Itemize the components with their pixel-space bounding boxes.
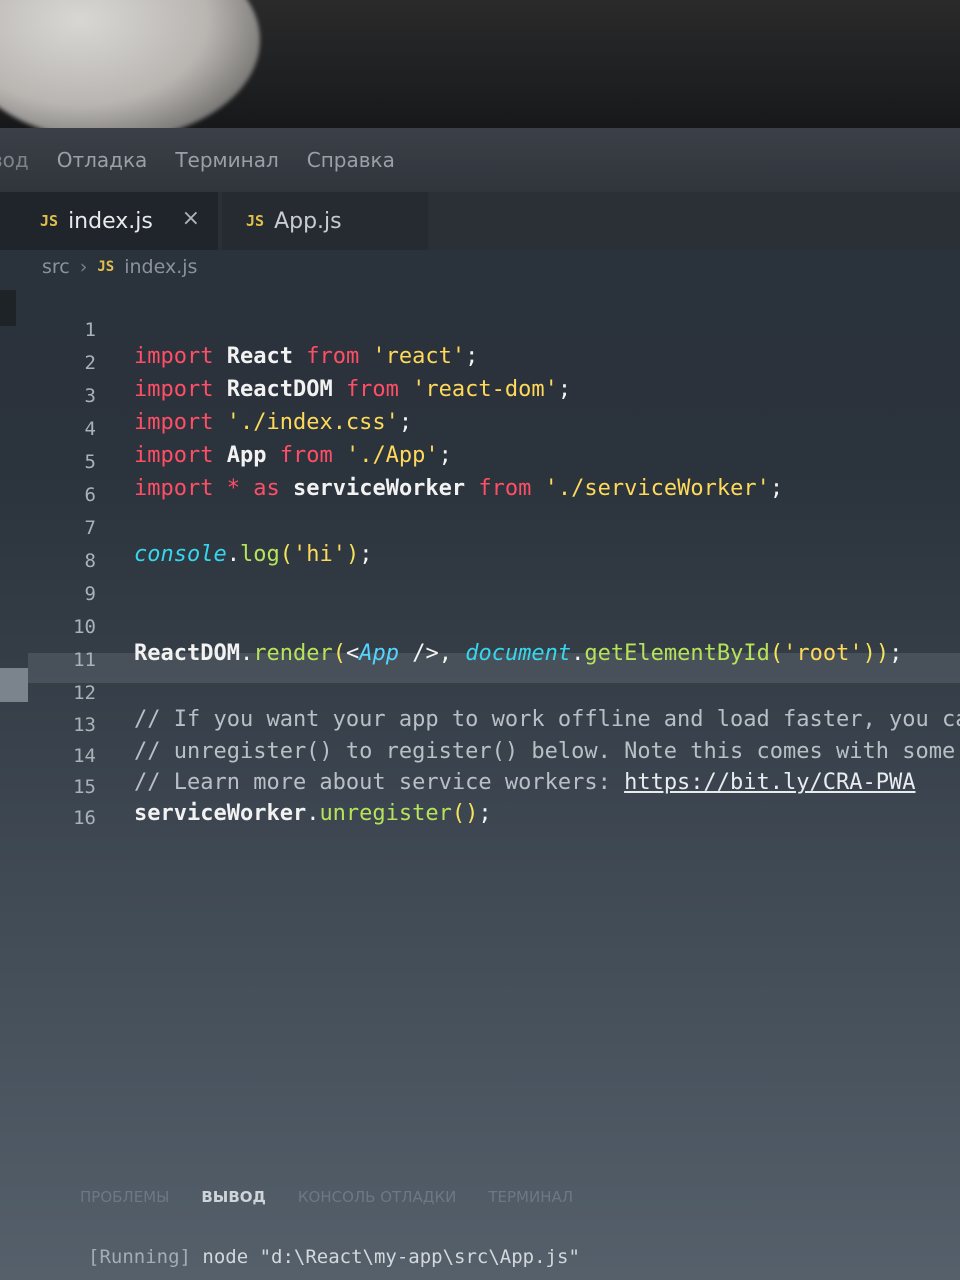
code-line: 3 import './index.css'; bbox=[0, 360, 960, 435]
tab-app-js[interactable]: JS App.js bbox=[222, 192, 428, 250]
tab-terminal[interactable]: ТЕРМИНАЛ bbox=[488, 1188, 573, 1206]
editor-window: зод Отладка Терминал Справка JS index.js… bbox=[0, 128, 960, 1280]
output-tag: [Running] bbox=[88, 1246, 191, 1268]
output-line: [Running] node "d:\React\my-app\src\App.… bbox=[88, 1246, 580, 1268]
code-editor[interactable]: 1 import React from 'react'; 2 import Re… bbox=[0, 294, 960, 829]
tab-bar: JS index.js × JS App.js bbox=[0, 192, 960, 250]
tab-debug-console[interactable]: КОНСОЛЬ ОТЛАДКИ bbox=[298, 1188, 456, 1206]
photo-bezel bbox=[0, 0, 960, 140]
code-line: 1 import React from 'react'; bbox=[0, 294, 960, 369]
code-line: 10 ReactDOM.render(<App />, document.get… bbox=[0, 591, 960, 666]
code-line: 2 import ReactDOM from 'react-dom'; bbox=[0, 327, 960, 402]
tab-problems[interactable]: ПРОБЛЕМЫ bbox=[80, 1188, 169, 1206]
code-line: 12 // If you want your app to work offli… bbox=[0, 657, 960, 732]
tab-index-js[interactable]: JS index.js × bbox=[0, 192, 218, 250]
menu-bar: зод Отладка Терминал Справка bbox=[0, 128, 960, 192]
code-line: 4 import App from './App'; bbox=[0, 393, 960, 468]
js-file-icon: JS bbox=[40, 212, 59, 230]
code-line: 14 // Learn more about service workers: … bbox=[0, 720, 960, 795]
code-line: 15 serviceWorker.unregister(); bbox=[0, 751, 960, 826]
panel-tabs: ПРОБЛЕМЫ ВЫВОД КОНСОЛЬ ОТЛАДКИ ТЕРМИНАЛ bbox=[80, 1188, 573, 1206]
menu-item-view[interactable]: зод bbox=[0, 148, 29, 172]
menu-item-terminal[interactable]: Терминал bbox=[175, 148, 278, 172]
tab-label: App.js bbox=[274, 208, 342, 234]
tab-output[interactable]: ВЫВОД bbox=[201, 1188, 266, 1206]
line-number: 16 bbox=[73, 807, 96, 829]
tab-label: index.js bbox=[68, 208, 153, 234]
finger-blur bbox=[0, 0, 260, 140]
breadcrumb-folder[interactable]: src bbox=[42, 256, 70, 278]
code-line: 6 bbox=[0, 459, 960, 506]
code-line: 8 bbox=[0, 525, 960, 572]
output-command: node "d:\React\my-app\src\App.js" bbox=[190, 1246, 580, 1268]
code-line: 7 console.log('hi'); bbox=[0, 492, 960, 567]
code-line: 11 bbox=[0, 624, 960, 671]
menu-item-debug[interactable]: Отладка bbox=[57, 148, 148, 172]
js-file-icon: JS bbox=[246, 212, 265, 230]
js-file-icon: JS bbox=[97, 259, 115, 275]
close-icon[interactable]: × bbox=[182, 206, 200, 231]
code-line: 9 bbox=[0, 558, 960, 605]
breadcrumb: src › JS index.js bbox=[42, 256, 197, 278]
code-line: 13 // unregister() to register() below. … bbox=[0, 689, 960, 764]
menu-item-help[interactable]: Справка bbox=[307, 148, 395, 172]
code-line: 16 bbox=[0, 782, 960, 829]
code-line: 5 import * as serviceWorker from './serv… bbox=[0, 426, 960, 501]
breadcrumb-file[interactable]: index.js bbox=[124, 256, 197, 278]
chevron-right-icon: › bbox=[79, 256, 88, 278]
